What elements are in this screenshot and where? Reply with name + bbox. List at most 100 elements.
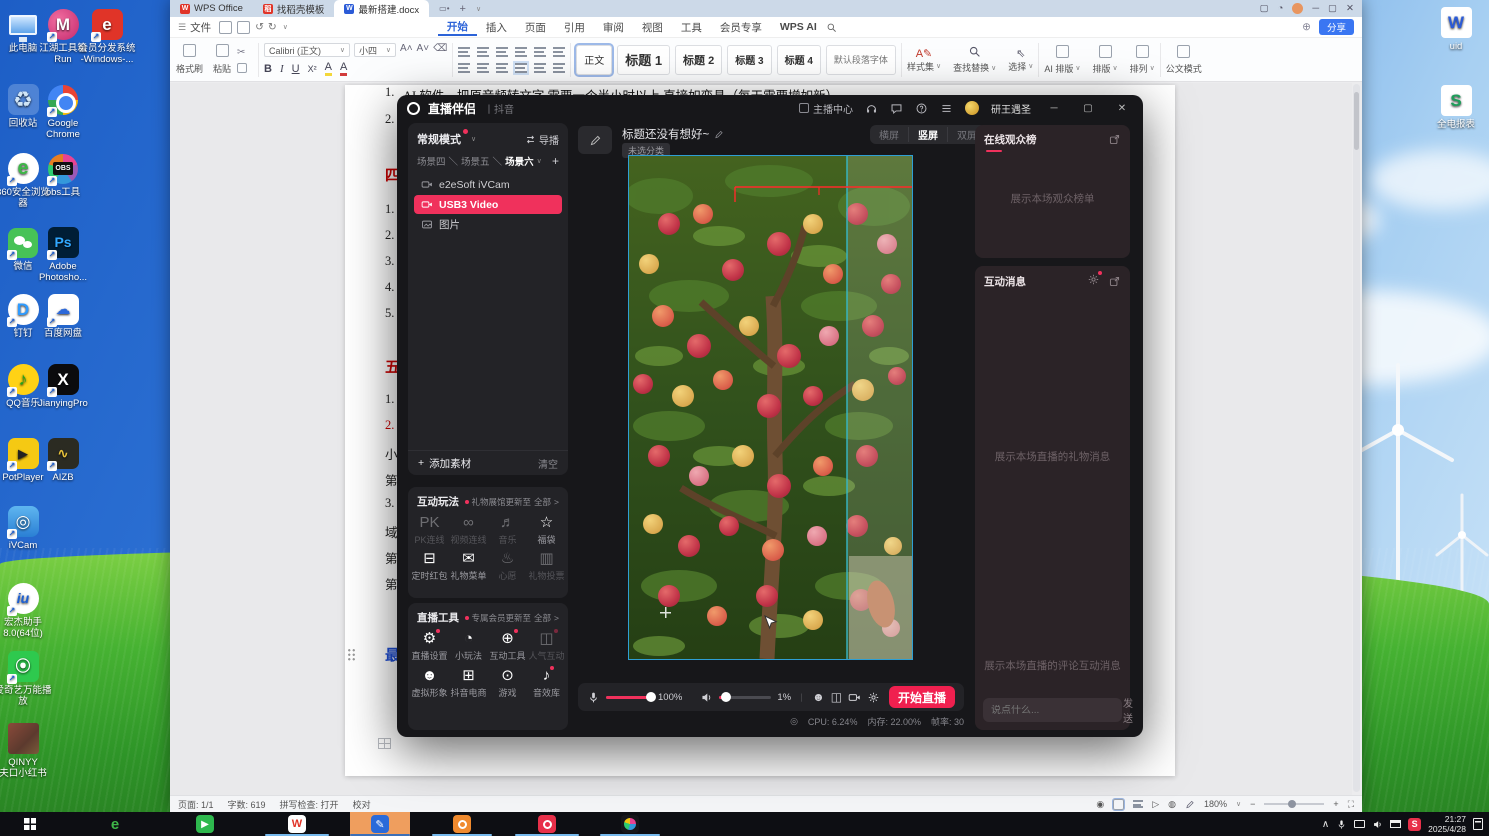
mode-select[interactable]: 常规模式 (417, 129, 468, 147)
notification-center-icon[interactable] (1473, 818, 1483, 830)
popout-icon[interactable] (1108, 275, 1121, 288)
ribbon-tab-home[interactable]: 开始 (437, 19, 477, 36)
line-spacing-icon[interactable] (534, 62, 547, 73)
cut-icon[interactable]: ✂ (237, 47, 247, 58)
align-right-icon[interactable] (496, 62, 509, 73)
bold-button[interactable]: B (264, 63, 272, 75)
font-size-select[interactable]: 小四 ∨ (354, 43, 397, 57)
ai-layout-button[interactable]: AI 排版 ∨ (1044, 44, 1081, 75)
borders-icon[interactable] (553, 62, 566, 73)
add-scene-button[interactable]: + (552, 154, 559, 168)
live-maximize-button[interactable]: ▢ (1077, 103, 1099, 114)
tool-gift-menu[interactable]: ✉ 礼物菜单 (449, 549, 488, 582)
ribbon-tab-tools[interactable]: 工具 (672, 20, 711, 35)
taskbar-obs[interactable] (620, 814, 640, 834)
tool-gift-vote[interactable]: ▥ 礼物投票 (527, 549, 566, 582)
orientation-landscape[interactable]: 横屏 (870, 127, 908, 142)
web-view-icon[interactable]: ◍ (1168, 799, 1176, 810)
ribbon-tab-wps-ai[interactable]: WPS AI (771, 21, 826, 33)
align-center-icon[interactable] (477, 62, 490, 73)
superscript-button[interactable]: X² (308, 64, 317, 74)
live-tools-update-link[interactable]: 专属会员更新至 全部 > (464, 612, 559, 624)
bullet-list-icon[interactable] (458, 46, 471, 57)
format-painter-button[interactable]: 格式刷 (176, 44, 203, 75)
orientation-portrait[interactable]: 竖屏 (908, 127, 947, 142)
speaker-volume-slider[interactable] (719, 691, 772, 702)
style-default-font[interactable]: 默认段落字体 (825, 44, 896, 75)
message-icon[interactable]: ▭• (439, 4, 449, 13)
zoom-out-button[interactable]: − (1250, 799, 1255, 809)
user-avatar[interactable] (965, 101, 979, 115)
align-justify-icon[interactable] (513, 60, 530, 75)
video-preview[interactable] (628, 155, 913, 660)
source-image[interactable]: 图片 (414, 215, 562, 234)
style-heading1[interactable]: 标题 1 (617, 44, 671, 75)
source-ivcam[interactable]: e2eSoft iVCam (414, 175, 562, 194)
add-material-button[interactable]: + 添加素材 (418, 456, 471, 471)
tray-printer-icon[interactable] (1390, 820, 1402, 828)
flip-icon[interactable]: ◫ (831, 690, 842, 704)
print-icon[interactable] (237, 20, 251, 34)
drag-handle-icon[interactable] (347, 648, 356, 661)
vertical-scrollbar[interactable] (1353, 84, 1360, 792)
headset-icon[interactable] (865, 102, 878, 115)
tool-games[interactable]: ⊙ 游戏 (488, 666, 527, 699)
style-heading2[interactable]: 标题 2 (675, 44, 723, 75)
taskbar-wps[interactable]: W (287, 814, 307, 834)
desktop-icon-jianying[interactable]: X ↗ JianyingPro (34, 363, 92, 409)
search-icon[interactable] (826, 21, 837, 34)
desktop-icon-hongjie-assistant[interactable]: iu ↗ 宏杰助手 8.0(64位) (0, 582, 52, 639)
eye-icon[interactable]: ◉ (1096, 799, 1104, 810)
font-color-button[interactable]: A (339, 61, 348, 76)
tray-expand-chevron[interactable]: ∧ (1322, 819, 1329, 830)
popout-icon[interactable] (1108, 133, 1121, 146)
desktop-icon-ivcam[interactable]: ◎ ↗ iVCam (0, 505, 52, 551)
zoom-level[interactable]: 180% (1204, 799, 1227, 809)
tool-douyin-ecommerce[interactable]: ⊞ 抖音电商 (449, 666, 488, 699)
proofread-button[interactable]: 校对 (353, 798, 371, 811)
font-name-select[interactable]: Calibri (正文) ∨ (264, 43, 351, 57)
desktop-icon-iqiyi-player[interactable]: ⦿ ↗ 爱奇艺万能播放 (0, 650, 52, 707)
number-list-icon[interactable] (477, 46, 490, 57)
tool-video-connect[interactable]: ∞ 视频连线 (449, 513, 488, 546)
copy-icon[interactable] (237, 62, 248, 73)
sync-icon[interactable]: ⊕ (1302, 21, 1311, 33)
tool-sound-library[interactable]: ♪ 音效库 (527, 666, 566, 699)
ribbon-tab-view[interactable]: 视图 (633, 20, 672, 35)
underline-button[interactable]: U (292, 63, 300, 75)
desktop-icon-excel-report[interactable]: S 全电报表 (1427, 84, 1485, 130)
start-stream-button[interactable]: 开始直播 (889, 686, 955, 708)
symbol-icon[interactable] (553, 46, 566, 57)
arrange-button[interactable]: 排列 ∨ (1130, 44, 1155, 75)
menu-icon[interactable] (940, 102, 953, 115)
tool-wish[interactable]: ♨ 心愿 (488, 549, 527, 582)
interaction-update-link[interactable]: 礼物展馆更新至 全部 > (464, 496, 559, 508)
taskbar-orange-app[interactable] (452, 814, 472, 834)
desktop-icon-obs-tool[interactable]: OBS ↗ obs工具 (34, 152, 92, 198)
taskbar-360-browser[interactable]: e (105, 814, 125, 834)
undo-icon[interactable]: ↺ (255, 21, 264, 33)
tray-sogou-icon[interactable]: S (1408, 817, 1422, 831)
find-replace-button[interactable]: 查找替换 ∨ (953, 45, 996, 74)
tab-list-chevron[interactable]: ∨ (476, 5, 481, 13)
desktop-icon-aizb[interactable]: ∿ ↗ AIZB (34, 437, 92, 483)
help-icon[interactable] (915, 102, 928, 115)
live-close-button[interactable]: ✕ (1111, 103, 1133, 114)
style-heading4[interactable]: 标题 4 (776, 44, 821, 75)
share-button[interactable]: 分享 (1318, 19, 1354, 35)
start-button[interactable] (20, 814, 40, 834)
zoom-slider[interactable] (1264, 800, 1325, 808)
ribbon-tab-page[interactable]: 页面 (516, 20, 555, 35)
send-button[interactable]: 发送 (1123, 695, 1133, 725)
messages-settings-icon[interactable] (1087, 271, 1102, 289)
tray-mic-icon[interactable] (1336, 818, 1347, 831)
clear-format-icon[interactable]: ⌫ (433, 43, 447, 57)
tool-lucky-bag[interactable]: ☆ 福袋 (527, 513, 566, 546)
indent-icon[interactable] (515, 46, 528, 57)
edit-icon[interactable] (714, 128, 724, 141)
tool-mini-games[interactable]: ◔ 小玩法 (449, 629, 488, 662)
shrink-font-icon[interactable]: A˅ (417, 43, 430, 57)
desktop-icon-chrome[interactable]: ↗ Google Chrome (34, 83, 92, 140)
typeset-button[interactable]: 排版 ∨ (1093, 44, 1118, 75)
tool-music[interactable]: ♬ 音乐 (488, 513, 527, 546)
